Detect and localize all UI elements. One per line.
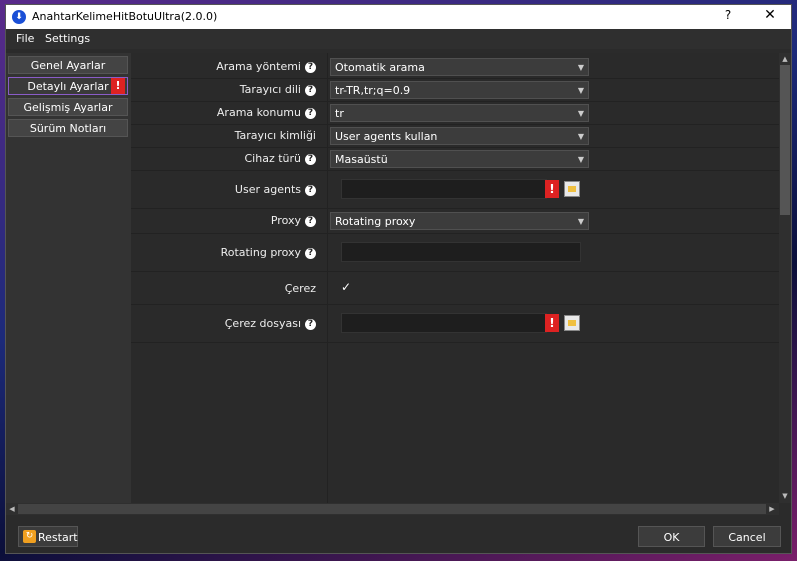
- dialog-footer: ↻ Restart OK Cancel: [6, 515, 791, 553]
- row-user-agents: User agents? !: [131, 171, 779, 209]
- row-proxy: Proxy? Rotating proxy ▼: [131, 209, 779, 234]
- sidebar-item-surum-notlari[interactable]: Sürüm Notları: [8, 119, 128, 137]
- help-icon[interactable]: ?: [305, 107, 316, 119]
- tarayici-dili-select[interactable]: tr-TR,tr;q=0.9 ▼: [330, 81, 589, 99]
- vertical-scrollbar[interactable]: ▲ ▼: [779, 53, 791, 503]
- warning-icon: !: [111, 78, 125, 94]
- sidebar-item-label: Detaylı Ayarlar: [27, 80, 109, 93]
- title-bar: ⬇ AnahtarKelimeHitBotuUltra(2.0.0) ? ✕: [6, 5, 791, 29]
- label-user-agents: User agents?: [131, 183, 316, 196]
- chevron-down-icon: ▼: [577, 63, 584, 72]
- proxy-select[interactable]: Rotating proxy ▼: [330, 212, 589, 230]
- row-tarayici-dili: Tarayıcı dili? tr-TR,tr;q=0.9 ▼: [131, 79, 779, 102]
- scroll-up-icon[interactable]: ▲: [780, 54, 790, 64]
- label-text: User agents: [234, 183, 301, 196]
- label-text: Cihaz türü: [244, 152, 302, 165]
- cerez-dosyasi-field[interactable]: [341, 313, 547, 333]
- help-icon[interactable]: ?: [305, 84, 316, 96]
- help-icon[interactable]: ?: [305, 247, 316, 259]
- label-text: Rotating proxy: [220, 246, 301, 259]
- chevron-down-icon: ▼: [577, 155, 584, 164]
- row-cihaz-turu: Cihaz türü? Masaüstü ▼: [131, 148, 779, 171]
- menu-settings[interactable]: Settings: [45, 32, 90, 45]
- folder-open-icon[interactable]: [564, 181, 580, 197]
- sidebar: Genel Ayarlar Detaylı Ayarlar ! Gelişmiş…: [6, 53, 131, 503]
- folder-open-icon[interactable]: [564, 315, 580, 331]
- select-value: Otomatik arama: [335, 61, 425, 74]
- rotating-proxy-field[interactable]: [341, 242, 581, 262]
- row-cerez-dosyasi: Çerez dosyası? !: [131, 305, 779, 343]
- row-cerez: Çerez ✓: [131, 272, 779, 305]
- sidebar-item-detayli-ayarlar[interactable]: Detaylı Ayarlar !: [8, 77, 128, 95]
- label-text: Proxy: [270, 214, 301, 227]
- help-icon[interactable]: ?: [305, 153, 316, 165]
- restart-button[interactable]: ↻ Restart: [18, 526, 78, 547]
- horizontal-scrollbar[interactable]: ◀ ▶: [6, 503, 779, 515]
- menu-bar: File Settings: [6, 29, 791, 49]
- sidebar-item-label: Gelişmiş Ayarlar: [23, 101, 113, 114]
- chevron-down-icon: ▼: [577, 217, 584, 226]
- label-cerez: Çerez: [284, 282, 316, 295]
- settings-form: Arama yöntemi? Otomatik arama ▼ Tarayıcı …: [131, 53, 779, 503]
- sidebar-item-genel-ayarlar[interactable]: Genel Ayarlar: [8, 56, 128, 74]
- select-value: tr: [335, 107, 344, 120]
- sidebar-item-label: Genel Ayarlar: [30, 59, 106, 72]
- label-proxy: Proxy?: [131, 214, 316, 227]
- settings-window: ⬇ AnahtarKelimeHitBotuUltra(2.0.0) ? ✕ F…: [6, 5, 791, 553]
- label-tarayici-kimligi: Tarayıcı kimliği: [234, 129, 316, 142]
- help-icon[interactable]: ?: [305, 215, 316, 227]
- arama-konumu-select[interactable]: tr ▼: [330, 104, 589, 122]
- label-arama-konumu: Arama konumu?: [131, 106, 316, 119]
- scroll-thumb[interactable]: [780, 65, 790, 215]
- ok-button[interactable]: OK: [638, 526, 705, 547]
- label-arama-yontemi: Arama yöntemi?: [131, 60, 316, 73]
- cerez-checkbox[interactable]: ✓: [341, 280, 351, 294]
- row-arama-yontemi: Arama yöntemi? Otomatik arama ▼: [131, 56, 779, 79]
- restart-label: Restart: [38, 531, 78, 544]
- select-value: Masaüstü: [335, 153, 388, 166]
- window-title: AnahtarKelimeHitBotuUltra(2.0.0): [32, 10, 218, 23]
- label-text: Tarayıcı dili: [239, 83, 301, 96]
- scroll-right-icon[interactable]: ▶: [767, 504, 777, 514]
- label-cihaz-turu: Cihaz türü?: [131, 152, 316, 165]
- help-icon[interactable]: ?: [305, 61, 316, 73]
- warning-icon: !: [545, 180, 559, 198]
- label-text: Arama konumu: [216, 106, 301, 119]
- chevron-down-icon: ▼: [577, 86, 584, 95]
- help-button[interactable]: ?: [718, 8, 738, 26]
- label-rotating-proxy: Rotating proxy?: [131, 246, 316, 259]
- sidebar-item-gelismis-ayarlar[interactable]: Gelişmiş Ayarlar: [8, 98, 128, 116]
- row-rotating-proxy: Rotating proxy?: [131, 234, 779, 272]
- label-text: Arama yöntemi: [216, 60, 301, 73]
- chevron-down-icon: ▼: [577, 109, 584, 118]
- scroll-left-icon[interactable]: ◀: [7, 504, 17, 514]
- tarayici-kimligi-select[interactable]: User agents kullan ▼: [330, 127, 589, 145]
- cancel-button[interactable]: Cancel: [713, 526, 781, 547]
- arama-yontemi-select[interactable]: Otomatik arama ▼: [330, 58, 589, 76]
- row-tarayici-kimligi: Tarayıcı kimliği User agents kullan ▼: [131, 125, 779, 148]
- select-value: tr-TR,tr;q=0.9: [335, 84, 411, 97]
- scroll-down-icon[interactable]: ▼: [780, 491, 790, 501]
- warning-icon: !: [545, 314, 559, 332]
- select-value: User agents kullan: [335, 130, 438, 143]
- scroll-thumb[interactable]: [18, 504, 766, 514]
- user-agents-field[interactable]: [341, 179, 547, 199]
- menu-file[interactable]: File: [16, 32, 34, 45]
- sidebar-item-label: Sürüm Notları: [29, 122, 107, 135]
- help-icon[interactable]: ?: [305, 318, 316, 330]
- help-icon[interactable]: ?: [305, 184, 316, 196]
- label-cerez-dosyasi: Çerez dosyası?: [131, 317, 316, 330]
- label-text: Çerez dosyası: [224, 317, 301, 330]
- chevron-down-icon: ▼: [577, 132, 584, 141]
- row-arama-konumu: Arama konumu? tr ▼: [131, 102, 779, 125]
- cihaz-turu-select[interactable]: Masaüstü ▼: [330, 150, 589, 168]
- label-tarayici-dili: Tarayıcı dili?: [131, 83, 316, 96]
- select-value: Rotating proxy: [335, 215, 416, 228]
- restart-icon: ↻: [23, 530, 36, 543]
- app-icon: ⬇: [12, 10, 26, 24]
- close-button[interactable]: ✕: [758, 7, 782, 27]
